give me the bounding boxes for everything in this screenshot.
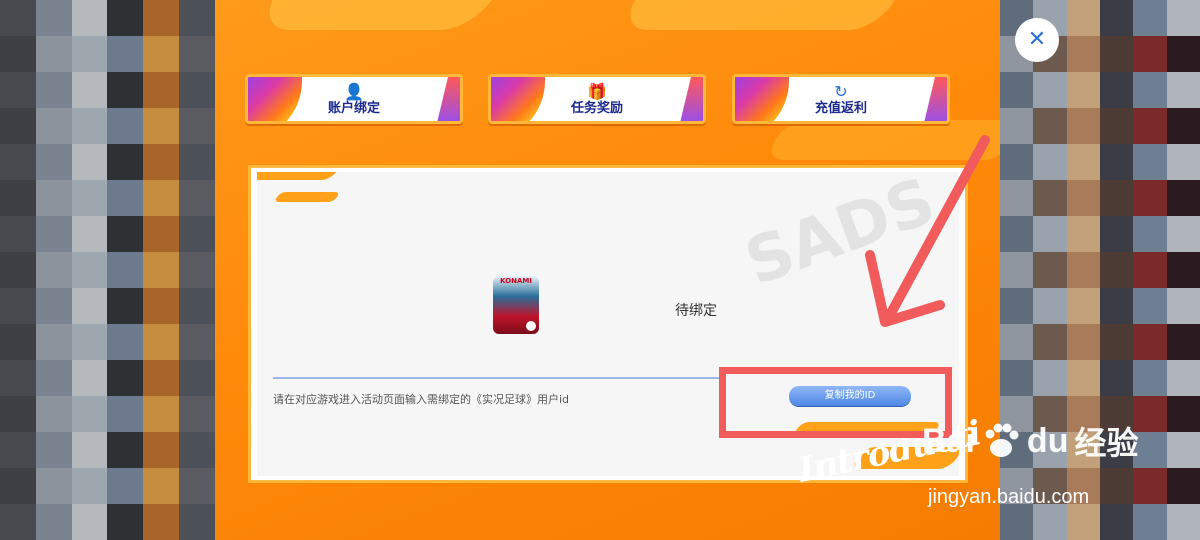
baidu-jingyan-text: 经验 [1074,424,1139,462]
baidu-jingyan-logo: Bai du 经验 [922,418,1138,464]
annotation-highlight-box [719,367,952,438]
baidu-word-bai: Bai [922,421,975,460]
baidu-word-du: du [1026,421,1069,460]
baidu-url-text: jingyan.baidu.com [928,486,1090,508]
baidu-paw-icon [985,423,1019,457]
